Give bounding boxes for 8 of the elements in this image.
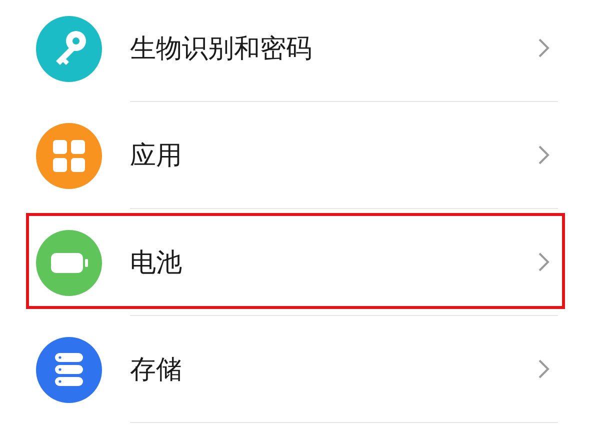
chevron-right-icon [538, 38, 550, 58]
chevron-right-icon [538, 252, 550, 272]
settings-item-label[interactable]: 存储 [130, 352, 182, 386]
chevron-right-icon [538, 145, 550, 165]
settings-item-label[interactable]: 电池 [130, 244, 182, 280]
settings-item-label[interactable]: 应用 [130, 138, 182, 172]
settings-item-label[interactable]: 生物识别和密码 [130, 30, 312, 66]
chevron-right-icon [538, 359, 550, 379]
